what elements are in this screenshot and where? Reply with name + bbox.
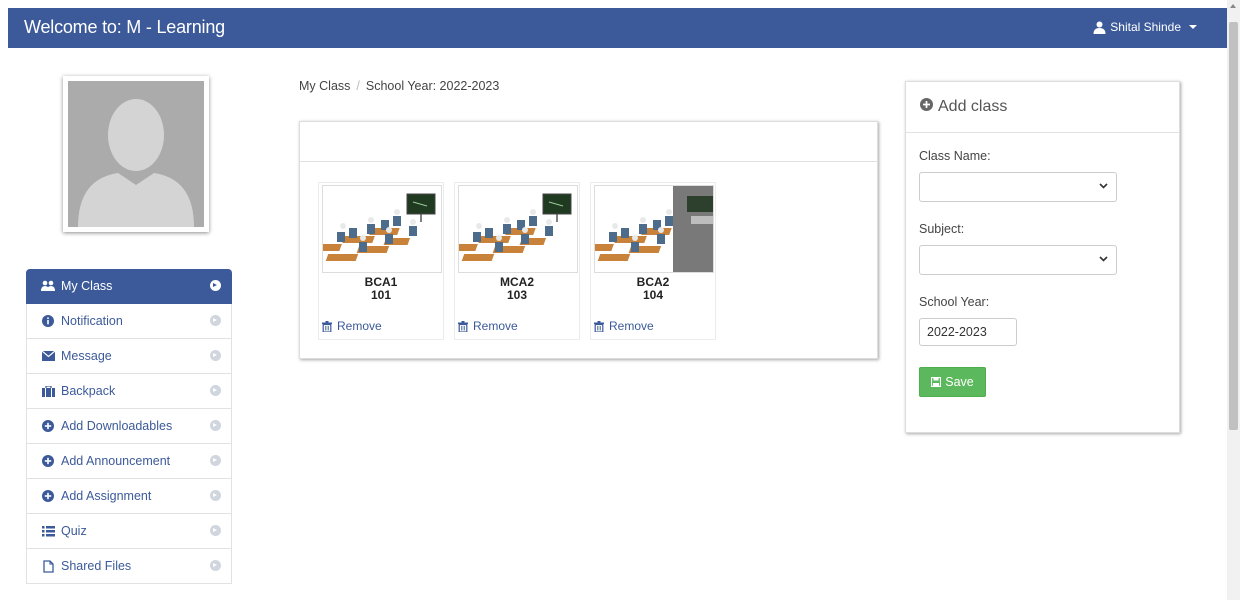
chevron-right-icon	[210, 280, 221, 291]
save-button[interactable]: Save	[919, 367, 986, 397]
remove-class-button[interactable]: Remove	[458, 319, 518, 333]
info-circle-icon	[41, 314, 55, 328]
class-name-select[interactable]	[919, 172, 1117, 202]
chevron-right-icon	[210, 525, 221, 536]
users-icon	[41, 279, 55, 293]
briefcase-icon	[41, 384, 55, 398]
user-silhouette-icon	[78, 99, 194, 227]
remove-class-button[interactable]: Remove	[594, 319, 654, 333]
sidebar-item-label: Notification	[61, 314, 123, 328]
remove-label: Remove	[337, 319, 382, 333]
class-card[interactable]: MCA2 103 Remove	[454, 182, 580, 340]
save-label: Save	[945, 375, 974, 389]
remove-label: Remove	[473, 319, 518, 333]
remove-class-button[interactable]: Remove	[322, 319, 382, 333]
class-card[interactable]: BCA1 101 Remove	[318, 182, 444, 340]
trash-icon	[458, 320, 468, 332]
chevron-down-icon	[1099, 256, 1108, 262]
sidebar-item-add-assignment[interactable]: Add Assignment	[26, 479, 232, 514]
chevron-right-icon	[210, 385, 221, 396]
top-navbar: Welcome to: M - Learning Shital Shinde	[8, 8, 1227, 48]
caret-down-icon	[1189, 25, 1197, 29]
subject-select[interactable]	[919, 245, 1117, 275]
sidebar-item-quiz[interactable]: Quiz	[26, 514, 232, 549]
class-code: 103	[506, 288, 528, 302]
plus-circle-icon	[920, 98, 933, 116]
class-card[interactable]: BCA2 104 Remove	[590, 182, 716, 340]
sidebar-item-label: Add Assignment	[61, 489, 152, 503]
sidebar-item-my-class[interactable]: My Class	[26, 269, 232, 304]
class-code: 101	[370, 288, 392, 302]
sidebar-item-add-downloadables[interactable]: Add Downloadables	[26, 409, 232, 444]
scroll-thumb[interactable]	[1229, 22, 1238, 430]
sidebar-item-label: Quiz	[61, 524, 87, 538]
chevron-right-icon	[210, 315, 221, 326]
page-scrollbar[interactable]	[1227, 0, 1240, 600]
breadcrumb-current: School Year: 2022-2023	[365, 79, 500, 93]
panel-header	[300, 122, 877, 162]
plus-circle-icon	[41, 454, 55, 468]
plus-circle-icon	[41, 489, 55, 503]
sidebar-item-label: Add Announcement	[61, 454, 171, 468]
chevron-right-icon	[210, 420, 221, 431]
brand-title[interactable]: Welcome to: M - Learning	[24, 17, 225, 38]
sidebar-item-backpack[interactable]: Backpack	[26, 374, 232, 409]
class-code: 104	[642, 288, 664, 302]
sidebar-item-label: My Class	[61, 279, 113, 293]
user-icon	[1093, 21, 1106, 34]
subject-label: Subject:	[919, 222, 965, 236]
sidebar-item-message[interactable]: Message	[26, 339, 232, 374]
class-name-label: Class Name:	[919, 149, 991, 163]
sidebar-item-label: Shared Files	[61, 559, 132, 573]
classroom-image[interactable]	[594, 185, 714, 273]
envelope-icon	[41, 349, 55, 363]
chevron-right-icon	[210, 455, 221, 466]
add-class-panel: Add class Class Name: Subject: School Ye…	[905, 81, 1180, 433]
sidebar-item-notification[interactable]: Notification	[26, 304, 232, 339]
add-class-header: Add class	[906, 82, 1179, 133]
classroom-image[interactable]	[322, 185, 442, 273]
breadcrumb-home-link[interactable]: My Class	[299, 79, 350, 93]
breadcrumb: My Class / School Year: 2022-2023	[299, 79, 499, 93]
chevron-right-icon	[210, 350, 221, 361]
chevron-right-icon	[210, 560, 221, 571]
sidebar-item-label: Message	[61, 349, 112, 363]
school-year-input[interactable]	[919, 318, 1017, 346]
file-icon	[41, 559, 55, 573]
sidebar-item-shared-files[interactable]: Shared Files	[26, 549, 232, 584]
sidebar-item-label: Backpack	[61, 384, 116, 398]
sidebar-item-add-announcement[interactable]: Add Announcement	[26, 444, 232, 479]
floppy-disk-icon	[931, 377, 942, 387]
user-name: Shital Shinde	[1110, 20, 1181, 34]
list-icon	[41, 524, 55, 538]
classroom-image[interactable]	[458, 185, 578, 273]
remove-label: Remove	[609, 319, 654, 333]
plus-circle-icon	[41, 419, 55, 433]
sidebar-item-label: Add Downloadables	[61, 419, 173, 433]
add-class-title: Add class	[938, 98, 1008, 115]
user-menu[interactable]: Shital Shinde	[1093, 20, 1197, 34]
chevron-down-icon	[1099, 183, 1108, 189]
breadcrumb-separator: /	[356, 79, 360, 93]
profile-avatar	[63, 76, 209, 232]
trash-icon	[322, 320, 332, 332]
sidebar-nav: My Class Notification Message Backpack A…	[26, 269, 232, 584]
class-list-panel: BCA1 101 Remove MCA2 103 Remove BCA2 104…	[299, 121, 878, 359]
trash-icon	[594, 320, 604, 332]
school-year-label: School Year:	[919, 295, 990, 309]
scroll-up-icon[interactable]	[1230, 4, 1236, 8]
chevron-right-icon	[210, 490, 221, 501]
